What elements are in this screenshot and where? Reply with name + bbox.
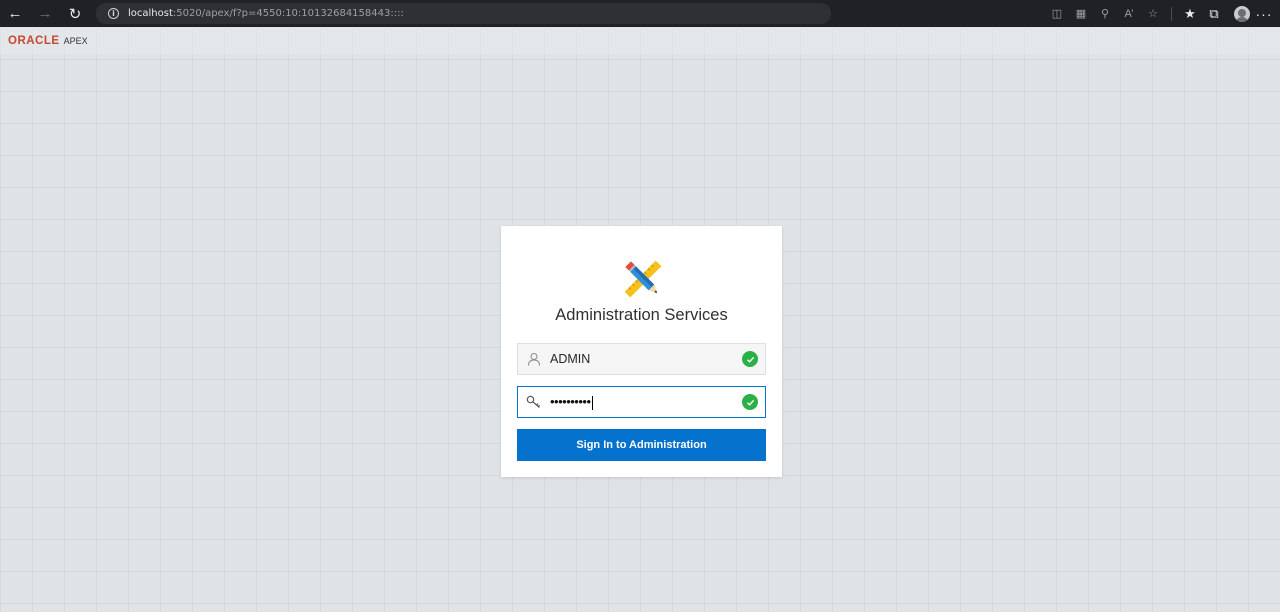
favorites-icon[interactable]: ★ bbox=[1178, 0, 1202, 27]
qr-code-icon[interactable]: ▦ bbox=[1069, 0, 1093, 27]
valid-check-icon bbox=[742, 351, 758, 367]
forward-arrow-icon[interactable]: → bbox=[30, 0, 60, 27]
page-title: Administration Services bbox=[555, 306, 728, 324]
password-mask: •••••••••• bbox=[550, 394, 591, 410]
user-icon bbox=[518, 344, 550, 374]
profile-icon[interactable] bbox=[1234, 5, 1250, 22]
toolbar-divider bbox=[1171, 6, 1172, 21]
valid-check-icon bbox=[742, 394, 758, 410]
read-aloud-icon[interactable]: ◫ bbox=[1045, 0, 1069, 27]
apex-label: APEX bbox=[63, 35, 88, 46]
url-host: localhost bbox=[128, 8, 173, 19]
reload-icon[interactable]: ↻ bbox=[60, 0, 90, 27]
password-field[interactable]: •••••••••• bbox=[517, 386, 766, 418]
info-icon[interactable]: i bbox=[108, 8, 119, 19]
url-path: :5020/apex/f?p=4550:10:10132684158443:::… bbox=[172, 8, 404, 19]
pencil-ruler-icon bbox=[624, 260, 662, 298]
browser-toolbar: ← → ↻ i localhost:5020/apex/f?p=4550:10:… bbox=[0, 0, 1280, 27]
back-arrow-icon[interactable]: ← bbox=[0, 0, 30, 27]
oracle-logo: ORACLE bbox=[8, 34, 60, 47]
text-caret bbox=[591, 395, 593, 410]
password-value[interactable]: •••••••••• bbox=[550, 394, 593, 410]
text-size-icon[interactable]: A’ bbox=[1117, 0, 1141, 27]
app-header: ORACLE APEX bbox=[0, 27, 1280, 54]
key-icon bbox=[518, 387, 550, 417]
key-icon[interactable]: ⚲ bbox=[1093, 0, 1117, 27]
collections-icon[interactable]: ⧉ bbox=[1202, 0, 1226, 27]
address-bar[interactable]: i localhost:5020/apex/f?p=4550:10:101326… bbox=[96, 3, 831, 24]
username-value[interactable]: ADMIN bbox=[550, 352, 590, 366]
more-icon[interactable]: ··· bbox=[1254, 0, 1274, 27]
add-favorite-icon[interactable]: ☆ bbox=[1141, 0, 1165, 27]
sign-in-button[interactable]: Sign In to Administration bbox=[517, 429, 766, 461]
username-field[interactable]: ADMIN bbox=[517, 343, 766, 375]
page-background: ORACLE APEX Administration Services ADMI… bbox=[0, 27, 1280, 612]
login-card: Administration Services ADMIN •••••••••• bbox=[501, 226, 782, 477]
